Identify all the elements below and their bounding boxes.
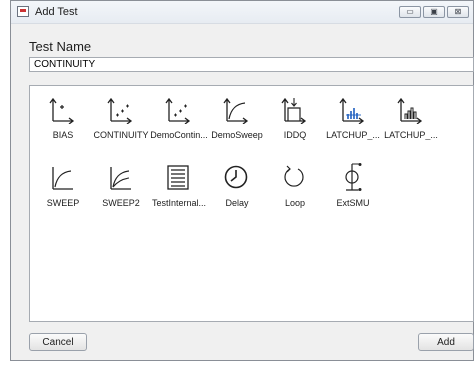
test-item-label: DemoSweep — [211, 130, 263, 140]
latchup-pulse-icon — [397, 97, 423, 124]
test-item-label: BIAS — [52, 130, 74, 140]
smu-icon — [345, 163, 362, 191]
test-item-delay[interactable]: Delay — [208, 162, 266, 222]
test-internal-icon — [167, 165, 189, 190]
test-item-label: Delay — [225, 198, 249, 208]
test-name-input[interactable] — [29, 57, 474, 72]
minimize-button[interactable]: ▭ — [399, 6, 421, 18]
test-item-label: DemoContin... — [150, 130, 208, 140]
latchup-icon — [339, 97, 365, 124]
test-item-label: SWEEP — [46, 198, 80, 208]
test-item-sweep2[interactable]: SWEEP2 — [92, 162, 150, 222]
test-item-sweep[interactable]: SWEEP — [34, 162, 92, 222]
bias-icon — [49, 97, 75, 124]
cancel-button[interactable]: Cancel — [29, 333, 87, 351]
sweep2-icon — [110, 167, 131, 190]
add-test-dialog: Add Test ▭ ▣ ⊠ Test Name BIAS CONTINUITY — [10, 0, 474, 361]
loop-icon — [284, 165, 304, 187]
test-item-latchup-1[interactable]: LATCHUP_... — [324, 94, 382, 154]
test-item-label: SWEEP2 — [102, 198, 140, 208]
test-item-continuity[interactable]: CONTINUITY — [92, 94, 150, 154]
demo-sweep-icon — [223, 97, 249, 124]
test-item-label: LATCHUP_... — [384, 130, 438, 140]
test-item-demo-sweep[interactable]: DemoSweep — [208, 94, 266, 154]
test-item-demo-continuity[interactable]: DemoContin... — [150, 94, 208, 154]
maximize-button[interactable]: ▣ — [423, 6, 445, 18]
test-name-label: Test Name — [29, 39, 92, 54]
test-item-label: CONTINUITY — [93, 130, 149, 140]
app-icon — [17, 6, 29, 17]
close-button[interactable]: ⊠ — [447, 6, 469, 18]
test-item-latchup-2[interactable]: LATCHUP_... — [382, 94, 440, 154]
window-title: Add Test — [35, 6, 78, 18]
test-item-test-internal[interactable]: TestInternal... — [150, 162, 208, 222]
test-item-label: ExtSMU — [336, 198, 370, 208]
clock-icon — [224, 165, 248, 189]
test-item-label: Loop — [284, 198, 306, 208]
test-item-iddq[interactable]: IDDQ — [266, 94, 324, 154]
add-button[interactable]: Add — [418, 333, 474, 351]
sweep-icon — [52, 167, 73, 190]
test-item-label: IDDQ — [283, 130, 307, 140]
test-item-extsmu[interactable]: ExtSMU — [324, 162, 382, 222]
test-item-loop[interactable]: Loop — [266, 162, 324, 222]
iddq-icon — [281, 97, 307, 124]
continuity-icon — [107, 97, 133, 124]
test-item-label: TestInternal... — [151, 198, 207, 208]
title-bar[interactable]: Add Test ▭ ▣ ⊠ — [11, 1, 473, 24]
test-list[interactable]: BIAS CONTINUITY DemoContin... DemoSweep — [29, 85, 474, 322]
test-item-bias[interactable]: BIAS — [34, 94, 92, 154]
test-item-label: LATCHUP_... — [326, 130, 380, 140]
demo-continuity-icon — [165, 97, 191, 124]
